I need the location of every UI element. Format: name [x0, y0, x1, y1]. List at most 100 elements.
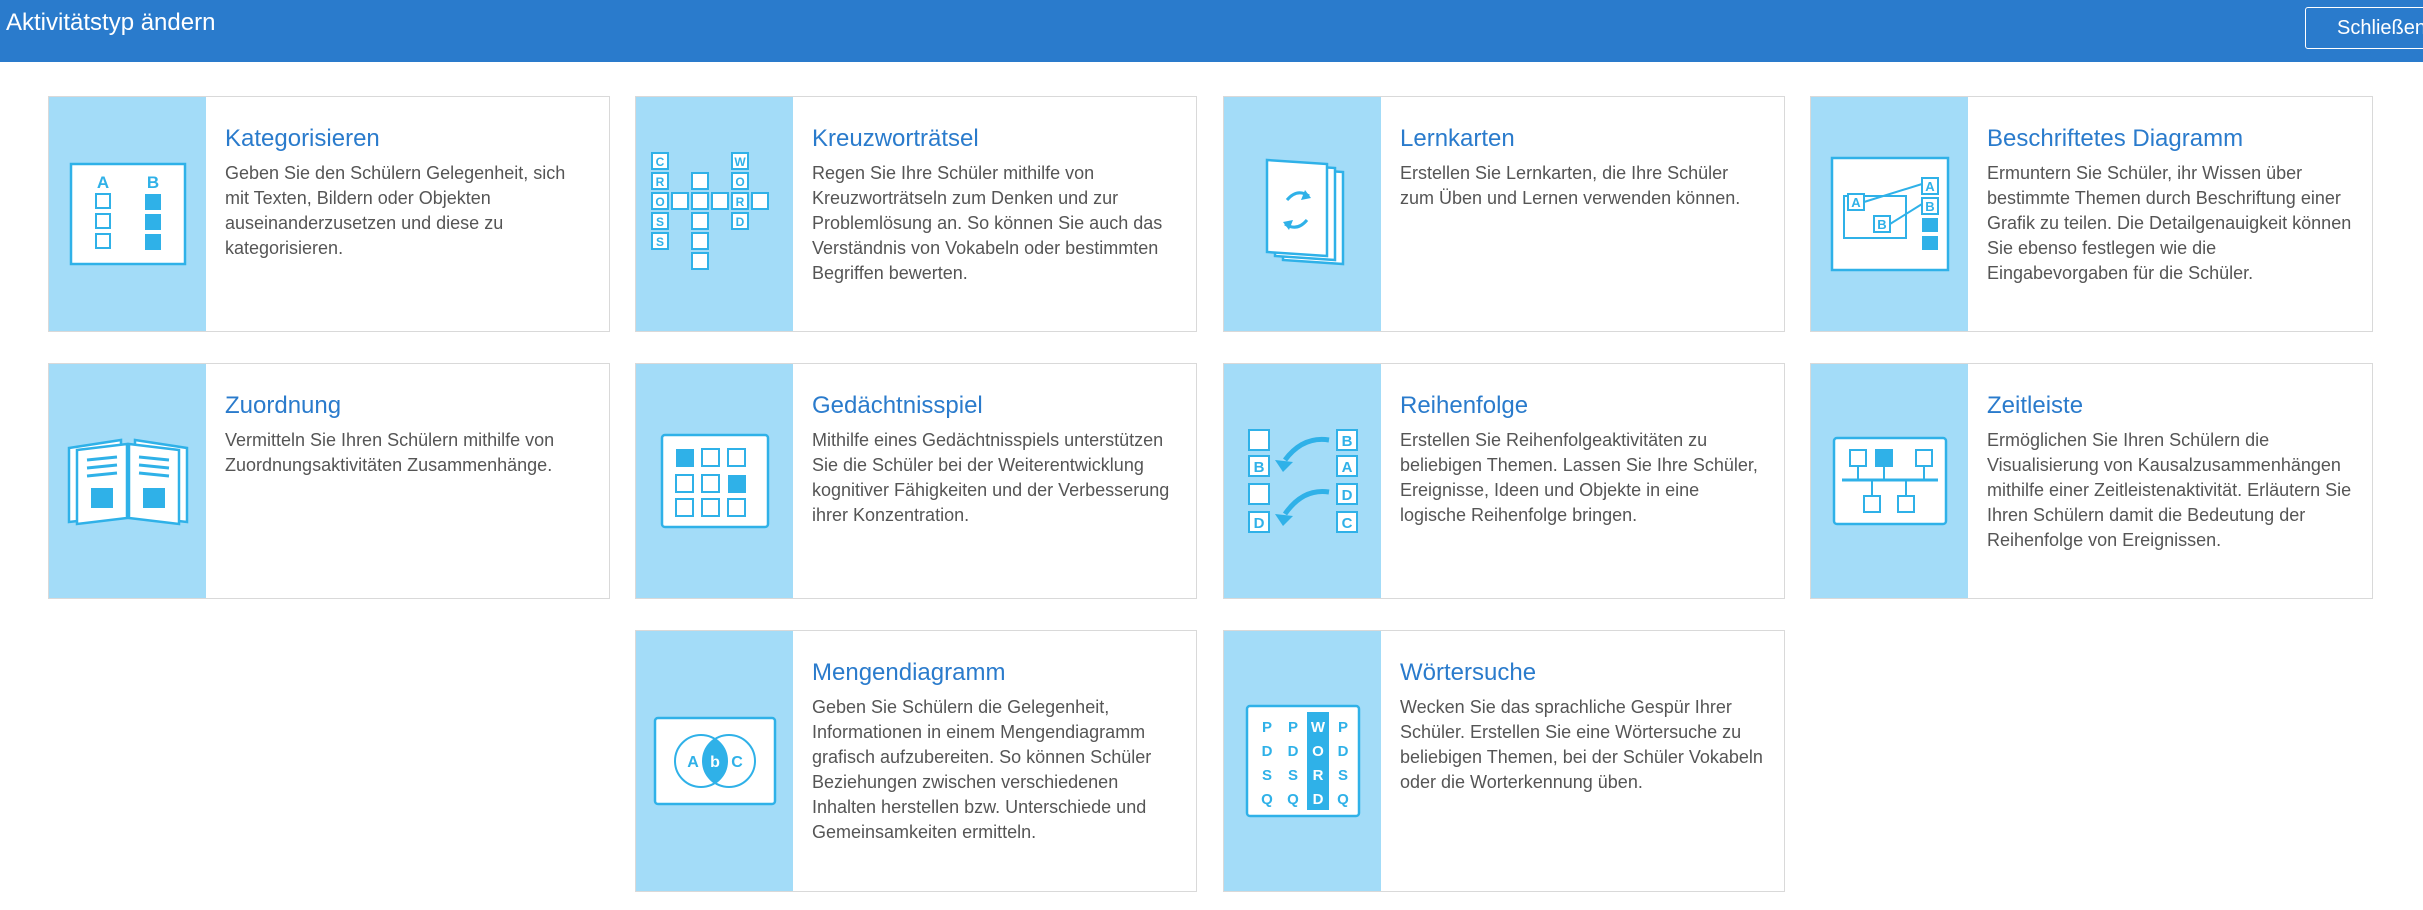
- activity-description: Ermöglichen Sie Ihren Schülern die Visua…: [1987, 430, 2352, 550]
- svg-text:Q: Q: [1261, 791, 1273, 808]
- card-body: Zuordnung Vermitteln Sie Ihren Schülern …: [206, 364, 609, 598]
- svg-text:W: W: [1310, 719, 1325, 736]
- activity-card-word-search[interactable]: P P W P D D O D S S R S Q Q D Q Wörtersu…: [1223, 630, 1785, 892]
- word-search-icon: P P W P D D O D S S R S Q Q D Q: [1245, 704, 1360, 818]
- svg-text:B: B: [1253, 459, 1264, 476]
- activity-card-flashcards[interactable]: Lernkarten Erstellen Sie Lernkarten, die…: [1223, 96, 1785, 332]
- icon-panel: A B: [49, 97, 206, 331]
- svg-text:D: D: [1253, 515, 1264, 532]
- svg-text:Q: Q: [1287, 791, 1299, 808]
- svg-text:C: C: [1341, 515, 1352, 532]
- icon-panel: C R O S S W O R D: [636, 97, 793, 331]
- activity-description: Mithilfe eines Gedächtnisspiels unterstü…: [812, 430, 1170, 525]
- icon-panel: B D B A D C: [1224, 364, 1381, 598]
- svg-text:D: D: [1261, 743, 1272, 760]
- svg-text:O: O: [655, 195, 664, 209]
- svg-text:Q: Q: [1337, 791, 1349, 808]
- svg-text:S: S: [655, 215, 663, 229]
- activity-description: Erstellen Sie Reihenfolgeaktivitäten zu …: [1400, 430, 1758, 525]
- venn-diagram-icon: A b C: [653, 716, 776, 806]
- activity-description: Vermitteln Sie Ihren Schülern mithilfe v…: [225, 430, 555, 475]
- svg-text:B: B: [1341, 433, 1352, 450]
- activity-name: Mengendiagramm: [812, 659, 1006, 686]
- card-body: Beschriftetes Diagramm Ermuntern Sie Sch…: [1968, 97, 2372, 331]
- card-body: Kategorisieren Geben Sie den Schülern Ge…: [206, 97, 609, 331]
- icon-panel: [636, 364, 793, 598]
- activity-name: Beschriftetes Diagramm: [1987, 125, 2244, 152]
- svg-text:b: b: [710, 754, 720, 771]
- svg-text:O: O: [1312, 743, 1324, 760]
- svg-text:D: D: [1287, 743, 1298, 760]
- svg-text:S: S: [1337, 767, 1347, 784]
- activity-description: Ermuntern Sie Schüler, ihr Wissen über b…: [1987, 163, 2352, 283]
- svg-text:A: A: [96, 173, 108, 192]
- dialog-title: Aktivitätstyp ändern: [6, 9, 216, 36]
- svg-text:P: P: [1337, 719, 1347, 736]
- activity-description: Geben Sie Schülern die Gelegenheit, Info…: [812, 697, 1152, 842]
- activity-name: Reihenfolge: [1400, 392, 1529, 419]
- svg-text:D: D: [735, 215, 744, 229]
- activity-description: Erstellen Sie Lernkarten, die Ihre Schül…: [1400, 163, 1741, 208]
- matching-icon: [67, 438, 188, 526]
- activity-description: Regen Sie Ihre Schüler mithilfe von Kreu…: [812, 163, 1163, 283]
- activity-card-memory-game[interactable]: Gedächtnisspiel Mithilfe eines Gedächtni…: [635, 363, 1197, 599]
- activity-name: Kategorisieren: [225, 125, 380, 152]
- sequence-icon: B D B A D C: [1247, 429, 1358, 533]
- activity-card-timeline[interactable]: Zeitleiste Ermöglichen Sie Ihren Schüler…: [1810, 363, 2373, 599]
- activity-name: Zuordnung: [225, 392, 342, 419]
- svg-text:S: S: [1261, 767, 1271, 784]
- svg-text:B: B: [146, 173, 158, 192]
- activity-card-sequence[interactable]: B D B A D C Reihenfolge Erstellen Sie Re…: [1223, 363, 1785, 599]
- activity-name: Wörtersuche: [1400, 659, 1537, 686]
- icon-panel: [49, 364, 206, 598]
- svg-text:B: B: [1925, 199, 1934, 214]
- svg-text:W: W: [734, 155, 746, 169]
- card-body: Mengendiagramm Geben Sie Schülern die Ge…: [793, 631, 1196, 891]
- svg-text:S: S: [1287, 767, 1297, 784]
- svg-text:S: S: [655, 235, 663, 249]
- labeled-diagram-icon: A B A B: [1830, 156, 1949, 272]
- activity-name: Kreuzworträtsel: [812, 125, 979, 152]
- card-body: Reihenfolge Erstellen Sie Reihenfolgeakt…: [1381, 364, 1784, 598]
- card-body: Kreuzworträtsel Regen Sie Ihre Schüler m…: [793, 97, 1196, 331]
- crossword-icon: C R O S S W O R D: [650, 152, 769, 270]
- card-body: Lernkarten Erstellen Sie Lernkarten, die…: [1381, 97, 1784, 331]
- svg-text:A: A: [1851, 195, 1861, 210]
- dialog-header: Aktivitätstyp ändern Schließen: [0, 0, 2423, 62]
- icon-panel: [1224, 97, 1381, 331]
- card-body: Gedächtnisspiel Mithilfe eines Gedächtni…: [793, 364, 1196, 598]
- svg-text:O: O: [735, 175, 744, 189]
- svg-text:A: A: [1341, 459, 1352, 476]
- activity-card-crossword[interactable]: C R O S S W O R D Kreuzworträtsel Regen …: [635, 96, 1197, 332]
- activity-name: Lernkarten: [1400, 125, 1515, 152]
- icon-panel: A b C: [636, 631, 793, 891]
- memory-game-icon: [660, 433, 769, 529]
- svg-text:A: A: [1925, 179, 1935, 194]
- card-body: Wörtersuche Wecken Sie das sprachliche G…: [1381, 631, 1784, 891]
- svg-text:D: D: [1312, 791, 1323, 808]
- activity-card-venn-diagram[interactable]: A b C Mengendiagramm Geben Sie Schülern …: [635, 630, 1197, 892]
- svg-text:B: B: [1877, 217, 1886, 232]
- svg-text:D: D: [1337, 743, 1348, 760]
- activity-card-matching[interactable]: Zuordnung Vermitteln Sie Ihren Schülern …: [48, 363, 610, 599]
- svg-text:R: R: [1312, 767, 1323, 784]
- activity-card-labeled-diagram[interactable]: A B A B Beschriftetes Diagramm Ermuntern…: [1810, 96, 2373, 332]
- svg-text:D: D: [1341, 487, 1352, 504]
- close-button[interactable]: Schließen: [2305, 7, 2423, 49]
- svg-text:R: R: [655, 175, 664, 189]
- activity-name: Gedächtnisspiel: [812, 392, 983, 419]
- icon-panel: P P W P D D O D S S R S Q Q D Q: [1224, 631, 1381, 891]
- icon-panel: A B A B: [1811, 97, 1968, 331]
- svg-text:P: P: [1287, 719, 1297, 736]
- activity-description: Geben Sie den Schülern Gelegenheit, sich…: [225, 163, 566, 258]
- activity-card-categorize[interactable]: A B Kategorisieren Geben Sie den Schüler…: [48, 96, 610, 332]
- timeline-icon: [1832, 436, 1947, 526]
- icon-panel: [1811, 364, 1968, 598]
- activity-name: Zeitleiste: [1987, 392, 2084, 419]
- flashcards-icon: [1265, 158, 1344, 266]
- svg-text:P: P: [1261, 719, 1271, 736]
- activity-description: Wecken Sie das sprachliche Gespür Ihrer …: [1400, 697, 1763, 792]
- categorize-icon: A B: [69, 162, 186, 266]
- svg-text:A: A: [687, 754, 699, 771]
- card-body: Zeitleiste Ermöglichen Sie Ihren Schüler…: [1968, 364, 2372, 598]
